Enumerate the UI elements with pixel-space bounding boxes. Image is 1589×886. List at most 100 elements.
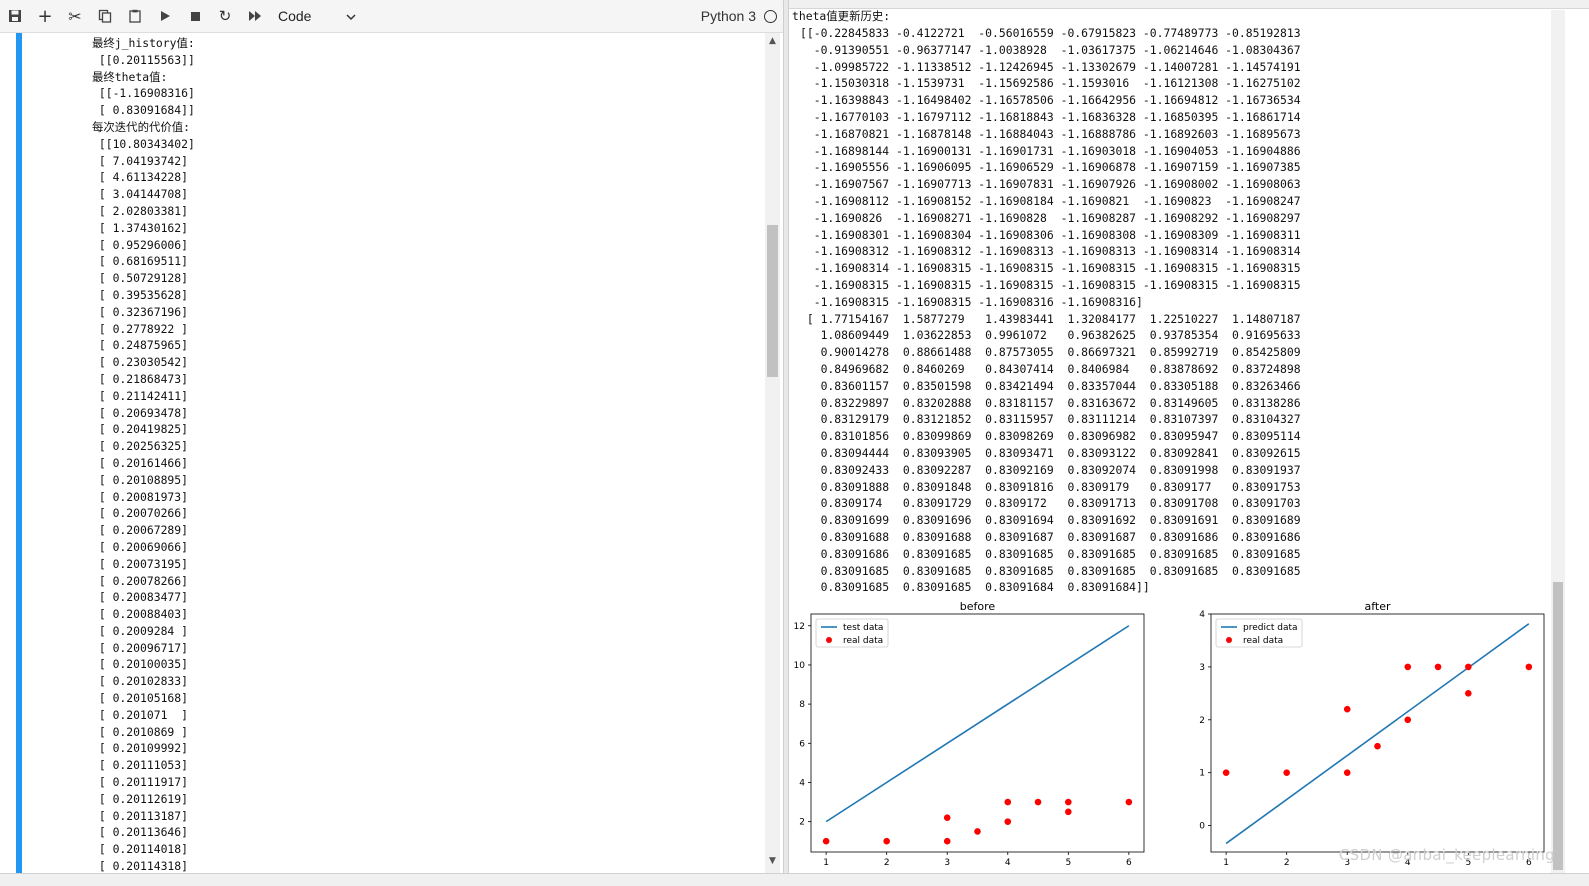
output-line: 0.83091888 0.83091848 0.83091816 0.83091… xyxy=(800,479,1301,494)
output-line: 0.83091685 0.83091685 0.83091685 0.83091… xyxy=(800,563,1301,578)
restart-button[interactable]: ↻ xyxy=(210,1,240,31)
plot-frame xyxy=(810,613,1145,853)
y-tick-label: 4 xyxy=(1199,610,1205,620)
output-line: [[0.20115563]] xyxy=(92,52,195,67)
copy-icon xyxy=(98,9,112,23)
cell-type-select[interactable]: Code xyxy=(278,8,356,24)
chart-before: before1 2 3 4 5 624681012 test datareal data xyxy=(794,600,1145,868)
theta-history-output: [[-0.22845833 -0.4122721 -0.56016559 -0.… xyxy=(800,25,1301,596)
data-point xyxy=(822,837,830,845)
output-line: [ 0.20069066] xyxy=(92,539,189,554)
right-scrollbar[interactable] xyxy=(1551,10,1565,873)
clipboard-icon xyxy=(128,9,142,23)
x-tick-label: 5 xyxy=(1065,858,1071,868)
output-line: [ 0.20081973] xyxy=(92,489,189,504)
save-button[interactable] xyxy=(0,1,30,31)
output-line: -1.16908315 -1.16908315 -1.16908316 -1.1… xyxy=(800,294,1143,309)
output-line: [ 0.2010869 ] xyxy=(92,724,189,739)
output-line: -1.16907567 -1.16907713 -1.16907831 -1.1… xyxy=(800,177,1301,192)
scroll-down-icon[interactable]: ▼ xyxy=(765,855,780,867)
cell-type-value: Code xyxy=(278,8,312,24)
y-tick-label: 8 xyxy=(799,700,805,710)
chart-after: after1 2 3 4 5 601234predict datareal data xyxy=(1199,600,1545,868)
output-line: [ 0.21142411] xyxy=(92,388,189,403)
x-tick-label: 6 xyxy=(1126,858,1132,868)
output-line: 0.83229897 0.83202888 0.83181157 0.83163… xyxy=(800,395,1301,410)
output-line: 0.84969682 0.8460269 0.84307414 0.840698… xyxy=(800,361,1301,376)
x-tick-label: 3 xyxy=(944,858,950,868)
output-line: [ 0.20102833] xyxy=(92,674,189,689)
data-point xyxy=(1004,798,1012,806)
output-line: 0.83091685 0.83091685 0.83091684 0.83091… xyxy=(800,580,1150,595)
legend-label: real data xyxy=(843,636,883,646)
output-line: 0.90014278 0.88661488 0.87573055 0.86697… xyxy=(800,345,1301,360)
scroll-up-icon[interactable]: ▲ xyxy=(765,35,780,47)
kernel-indicator[interactable]: Python 3 xyxy=(701,8,777,24)
output-line: [ 2.02803381] xyxy=(92,203,189,218)
data-point xyxy=(974,828,981,835)
y-tick-label: 1 xyxy=(1199,769,1205,779)
output-line: 0.83091699 0.83091696 0.83091694 0.83091… xyxy=(800,513,1301,528)
right-scrollbar-thumb[interactable] xyxy=(1553,582,1563,870)
data-point xyxy=(1065,798,1072,806)
output-line: 0.83601157 0.83501598 0.83421494 0.83357… xyxy=(800,378,1301,393)
output-line: -1.09985722 -1.11338512 -1.12426945 -1.1… xyxy=(800,59,1301,74)
output-line: [ 0.39535628] xyxy=(92,287,189,302)
output-line: [ 0.201071 ] xyxy=(92,707,189,722)
output-line: 0.83091686 0.83091685 0.83091685 0.83091… xyxy=(800,546,1301,561)
legend-point-marker xyxy=(826,637,832,643)
output-line: [ 0.23030542] xyxy=(92,355,189,370)
output-line: -1.16908315 -1.16908315 -1.16908315 -1.1… xyxy=(800,277,1301,292)
left-scrollbar-thumb[interactable] xyxy=(767,225,778,377)
copy-button[interactable] xyxy=(90,1,120,31)
scissors-icon: ✂ xyxy=(68,6,82,26)
run-all-button[interactable] xyxy=(240,1,270,31)
output-line: [ 4.61134228] xyxy=(92,170,189,185)
window-bottom-edge xyxy=(0,873,1589,886)
paste-button[interactable] xyxy=(120,1,150,31)
left-scrollbar[interactable]: ▲ ▼ xyxy=(765,33,780,873)
save-icon xyxy=(8,9,22,23)
output-line: 0.83094444 0.83093905 0.83093471 0.83093… xyxy=(800,445,1301,460)
plus-icon: + xyxy=(37,5,53,27)
output-line: 1.08609449 1.03622853 0.9961072 0.963826… xyxy=(800,328,1301,343)
run-button[interactable] xyxy=(150,1,180,31)
x-tick-label: 2 xyxy=(1284,858,1290,868)
output-line: [ 1.77154167 1.5877279 1.43983441 1.3208… xyxy=(800,311,1301,326)
data-point xyxy=(1343,769,1351,776)
output-line: 0.83092433 0.83092287 0.83092169 0.83092… xyxy=(800,462,1301,477)
selected-cell-indicator xyxy=(16,33,22,885)
output-line: [ 0.21868473] xyxy=(92,371,189,386)
data-point xyxy=(943,837,951,845)
data-point xyxy=(1034,798,1042,806)
theta-history-title: theta值更新历史: xyxy=(792,9,891,23)
output-line: [ 0.2778922 ] xyxy=(92,321,189,336)
output-line: [ 0.20078266] xyxy=(92,573,189,588)
stop-icon xyxy=(190,11,201,22)
chart-title: after xyxy=(1364,600,1391,613)
data-point xyxy=(1283,769,1290,776)
data-point xyxy=(1404,663,1412,671)
y-tick-label: 12 xyxy=(794,622,805,632)
interrupt-button[interactable] xyxy=(180,1,210,31)
legend-label: test data xyxy=(843,623,883,633)
output-line: [ 0.20111917] xyxy=(92,775,189,790)
x-tick-label: 2 xyxy=(884,858,890,868)
insert-cell-button[interactable]: + xyxy=(30,1,60,31)
kernel-status-icon xyxy=(764,9,777,23)
y-tick-label: 4 xyxy=(799,778,805,788)
output-line: [[-0.22845833 -0.4122721 -0.56016559 -0.… xyxy=(800,26,1301,40)
y-tick-label: 6 xyxy=(799,739,805,749)
output-line: [ 0.20067289] xyxy=(92,523,189,538)
output-line: [ 0.20114018] xyxy=(92,842,189,857)
cut-button[interactable]: ✂ xyxy=(60,1,90,31)
output-line: -1.16898144 -1.16900131 -1.16901731 -1.1… xyxy=(800,143,1301,158)
legend-point-marker xyxy=(1226,637,1232,643)
chart-title: before xyxy=(960,600,996,613)
output-line: -0.91390551 -0.96377147 -1.0038928 -1.03… xyxy=(800,42,1301,57)
output-line: [ 0.20088403] xyxy=(92,607,189,622)
figure-svg: before1 2 3 4 5 624681012 test datareal dataaf… xyxy=(794,600,1545,868)
data-point xyxy=(1125,798,1133,806)
legend: test data real data xyxy=(815,618,889,648)
data-point xyxy=(1434,663,1442,671)
